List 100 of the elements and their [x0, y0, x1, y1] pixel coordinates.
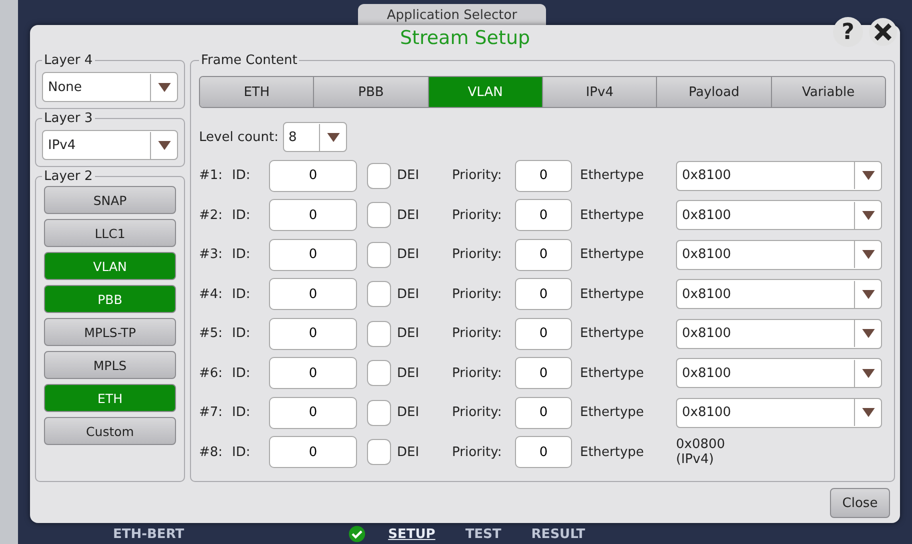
priority-field[interactable]: 0	[515, 318, 572, 350]
level-index: #6:	[199, 366, 224, 381]
ethertype-dropdown[interactable]: 0x8100	[676, 398, 882, 428]
dei-checkbox[interactable]	[367, 202, 391, 228]
nav-tab[interactable]: RESULT	[523, 526, 594, 542]
ethertype-label: Ethertype	[579, 286, 645, 302]
id-field[interactable]: 0	[269, 278, 357, 310]
id-field[interactable]: 0	[269, 357, 357, 390]
layer-toggle-button[interactable]: MPLS-TP	[44, 318, 176, 346]
ethertype-label: Ethertype	[579, 247, 645, 262]
dei-label: DEI	[396, 326, 420, 342]
dei-label: DEI	[396, 168, 420, 184]
dei-label: DEI	[396, 286, 420, 302]
id-field[interactable]: 0	[269, 436, 357, 468]
group-label: Frame Content	[200, 53, 298, 68]
tab[interactable]: IPv4	[542, 77, 656, 107]
ethertype-dropdown[interactable]: 0x8100	[676, 200, 882, 230]
id-field[interactable]: 0	[269, 160, 357, 192]
priority-field[interactable]: 0	[515, 238, 572, 271]
group-label: Layer 3	[43, 111, 94, 126]
tab[interactable]: VLAN	[428, 77, 542, 107]
dei-checkbox[interactable]	[367, 242, 391, 268]
dei-checkbox[interactable]	[367, 162, 391, 189]
id-label: ID:	[232, 168, 252, 184]
priority-label: Priority:	[452, 444, 503, 460]
layer-4-dropdown[interactable]: None	[42, 72, 178, 102]
close-icon[interactable]	[868, 17, 898, 47]
tab[interactable]: ETH	[200, 77, 314, 107]
id-label: ID:	[232, 208, 252, 223]
ethertype-dropdown[interactable]: 0x8100	[676, 160, 882, 191]
group-label: Layer 4	[43, 53, 94, 68]
ethertype-label: Ethertype	[579, 444, 645, 460]
priority-label: Priority:	[452, 326, 503, 342]
id-field[interactable]: 0	[269, 238, 357, 271]
id-field[interactable]: 0	[269, 318, 357, 350]
ethertype-label: Ethertype	[579, 168, 645, 184]
app-name: ETH-BERT	[113, 526, 184, 542]
group-label: Layer 2	[43, 169, 94, 184]
priority-field[interactable]: 0	[515, 396, 572, 429]
level-index: #2:	[199, 208, 224, 223]
priority-field[interactable]: 0	[515, 160, 572, 192]
ethertype-label: Ethertype	[579, 405, 645, 420]
ethertype-dropdown[interactable]: 0x8100	[676, 240, 882, 270]
layer-toggle-button[interactable]: Custom	[44, 417, 176, 445]
ethertype-value: (IPv4)	[676, 452, 715, 468]
ethertype-dropdown[interactable]: 0x8100	[676, 358, 882, 388]
priority-label: Priority:	[452, 208, 503, 223]
dei-checkbox[interactable]	[367, 281, 391, 308]
level-index: #1:	[199, 168, 224, 184]
id-label: ID:	[232, 326, 252, 342]
dei-checkbox[interactable]	[367, 320, 391, 347]
ethertype-dropdown[interactable]: 0x8100	[676, 279, 882, 310]
layer-3-dropdown[interactable]: IPv4	[42, 130, 178, 160]
priority-field[interactable]: 0	[515, 199, 572, 232]
dei-label: DEI	[396, 444, 420, 460]
priority-label: Priority:	[452, 247, 503, 262]
nav-tab[interactable]: TEST	[457, 526, 510, 542]
dei-label: DEI	[396, 405, 420, 420]
priority-field[interactable]: 0	[515, 357, 572, 390]
level-index: #8:	[199, 444, 224, 460]
ethertype-label: Ethertype	[579, 208, 645, 223]
nav-tab[interactable]: SETUP	[380, 526, 444, 542]
id-label: ID:	[232, 444, 252, 460]
level-count-dropdown[interactable]: 8	[282, 122, 347, 152]
priority-label: Priority:	[452, 168, 503, 184]
id-label: ID:	[232, 247, 252, 262]
dei-checkbox[interactable]	[367, 439, 391, 466]
priority-field[interactable]: 0	[515, 278, 572, 310]
level-index: #5:	[199, 326, 224, 342]
id-field[interactable]: 0	[269, 199, 357, 232]
id-label: ID:	[232, 366, 252, 381]
close-button[interactable]: Close	[830, 488, 890, 518]
layer-toggle-button[interactable]: PBB	[44, 285, 176, 313]
level-index: #3:	[199, 247, 224, 262]
dei-label: DEI	[396, 208, 420, 223]
tab[interactable]: Variable	[770, 77, 885, 107]
priority-field[interactable]: 0	[515, 436, 572, 468]
dei-label: DEI	[396, 366, 420, 381]
level-index: #7:	[199, 405, 224, 420]
layer-toggle-button[interactable]: SNAP	[44, 186, 176, 214]
level-count-label: Level count:	[199, 130, 279, 144]
ethertype-value: 0x0800	[676, 437, 726, 452]
id-label: ID:	[232, 405, 252, 420]
layer-toggle-button[interactable]: ETH	[44, 384, 176, 412]
layer-toggle-button[interactable]: MPLS	[44, 351, 176, 379]
layer-toggle-button[interactable]: VLAN	[44, 252, 176, 280]
dei-checkbox[interactable]	[367, 400, 391, 426]
check-icon	[348, 525, 366, 543]
tab[interactable]: PBB	[313, 77, 428, 107]
ethertype-dropdown[interactable]: 0x8100	[676, 318, 882, 349]
ethertype-label: Ethertype	[579, 366, 645, 381]
tab[interactable]: Payload	[656, 77, 771, 107]
id-field[interactable]: 0	[269, 396, 357, 429]
priority-label: Priority:	[452, 366, 503, 381]
dei-label: DEI	[396, 247, 420, 262]
dei-checkbox[interactable]	[367, 360, 391, 386]
layer-toggle-button[interactable]: LLC1	[44, 219, 176, 247]
priority-label: Priority:	[452, 286, 503, 302]
id-label: ID:	[232, 286, 252, 302]
help-button[interactable]: ?	[833, 17, 863, 47]
